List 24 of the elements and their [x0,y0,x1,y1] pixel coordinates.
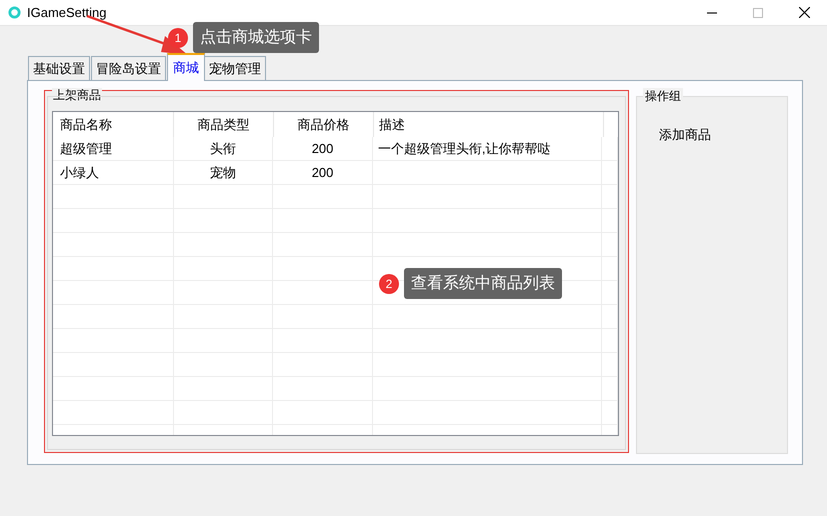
callout-tooltip: 查看系统中商品列表 [404,268,562,299]
tab[interactable]: 基础设置 [28,56,90,80]
column-header[interactable]: 商品名称 [53,112,174,137]
app-logo-icon [8,6,21,19]
add-product-button[interactable]: 添加商品 [657,124,713,146]
table-cell: 头衔 [174,137,274,160]
step-number-badge: 1 [168,28,188,48]
close-icon [798,7,810,18]
table-cell: 宠物 [174,161,274,184]
table-cell: 200 [273,161,373,184]
column-header[interactable]: 商品类型 [174,112,274,137]
table-cell: 小绿人 [53,161,174,184]
tab[interactable]: 冒险岛设置 [91,56,166,80]
table-cell: 一个超级管理头衔,让你帮帮哒 [372,137,602,160]
table-cell: 200 [273,137,373,160]
column-header[interactable]: 描述 [374,112,604,137]
table-cell: 超级管理 [53,137,174,160]
maximize-icon [753,8,763,18]
tab[interactable]: 宠物管理 [204,56,266,80]
tab[interactable]: 商城 [167,53,205,81]
group-title: 操作组 [643,88,683,104]
callout-tooltip: 点击商城选项卡 [193,22,319,53]
column-header[interactable]: 商品价格 [274,112,374,137]
window-title: IGameSetting [27,4,106,22]
